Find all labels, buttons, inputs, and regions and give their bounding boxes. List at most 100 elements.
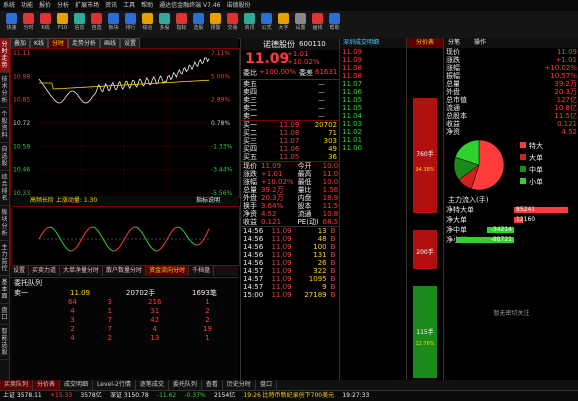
indicator-help-link[interactable]: 指标说明 [196, 196, 220, 206]
macd-segment [54, 229, 56, 232]
settings-button[interactable]: 设置 [293, 13, 308, 35]
composite-button[interactable]: 综合 [140, 13, 155, 35]
bottom-tab-6[interactable]: 查看 [202, 380, 223, 390]
menu-item-7[interactable]: 帮助 [138, 0, 156, 11]
bottom-tab-2[interactable]: 成交明细 [60, 380, 93, 390]
toolbar-label: 交易 [225, 24, 240, 33]
multi-stock-button[interactable]: 多股 [157, 13, 172, 35]
alert-button[interactable]: 预警 [208, 13, 223, 35]
stock-picker-button[interactable]: 选股 [191, 13, 206, 35]
detail-tab[interactable]: 深圳成交明细 [340, 38, 406, 48]
draw-line-button[interactable]: 画线 [310, 13, 325, 35]
level-volume: 36 [301, 153, 339, 161]
f10-button[interactable]: F10 [55, 13, 70, 35]
favorite-button[interactable]: 自选 [89, 13, 104, 35]
queue-cell: 216 [124, 298, 185, 307]
detail-price: 11.08 [340, 72, 406, 80]
left-tab-7[interactable]: 基本面 [0, 276, 9, 304]
macd-segment [133, 227, 135, 228]
bottom-tab-1[interactable]: 分价表 [33, 380, 60, 390]
macd-segment [122, 240, 124, 244]
tick-row: 14:5711.09322B [241, 267, 339, 275]
macd-segment [192, 242, 194, 244]
right-tab-tick[interactable]: 分笔 [448, 38, 460, 48]
level-label: 买四 [241, 145, 267, 153]
macd-segment [160, 247, 162, 249]
bottom-tab-4[interactable]: 逐笔成交 [136, 380, 169, 390]
macd-segment [43, 229, 45, 232]
queue-cell: 4 [124, 325, 185, 334]
depth-tab[interactable]: 分价表 [407, 38, 443, 48]
trade-button[interactable]: 交易 [225, 13, 240, 35]
right-tab-op[interactable]: 操作 [474, 38, 486, 48]
left-tab-5[interactable]: 板块分析 [0, 206, 9, 241]
lower-tab-0[interactable]: 设置 [10, 266, 29, 276]
timeshare-button[interactable]: 分时 [21, 13, 36, 35]
news-button[interactable]: 资讯 [242, 13, 257, 35]
menu-item-3[interactable]: 分析 [54, 0, 72, 11]
menu-item-6[interactable]: 工具 [120, 0, 138, 11]
level-row: 卖四— [241, 88, 339, 96]
left-tab-2[interactable]: 个股资料 [0, 108, 9, 143]
lower-tab-4[interactable]: 资金流向分时 [146, 266, 189, 276]
macd-segment [77, 243, 79, 246]
lower-tab-2[interactable]: 大单净量分时 [60, 266, 103, 276]
level-price: — [294, 112, 327, 120]
order-queue-panel: 委托队列 卖一 11.09 20702手 1693笔 6432161413123… [10, 277, 238, 380]
stock-price: 11.09 [245, 51, 289, 67]
bottom-tab-7[interactable]: 历史分时 [223, 380, 256, 390]
sector-button[interactable]: 板块 [106, 13, 121, 35]
macd-segment [154, 250, 156, 251]
kline-button[interactable]: K线 [38, 13, 53, 35]
bottom-tab-0[interactable]: 买卖队列 [0, 380, 33, 390]
macd-segment [171, 230, 173, 233]
left-tab-6[interactable]: 主力监控 [0, 241, 9, 276]
left-tab-4[interactable]: 综合排名 [0, 171, 9, 206]
queue-cell: 3 [50, 316, 95, 325]
menu-item-1[interactable]: 功能 [18, 0, 36, 11]
bottom-tab-3[interactable]: Level-2行情 [93, 380, 136, 390]
left-tab-8[interactable]: 盘口 [0, 304, 9, 325]
tick-time: 14:56 [241, 259, 269, 267]
queue-cell: 19 [185, 325, 230, 334]
summary-cell: 最高 [296, 170, 321, 178]
menu-item-2[interactable]: 报价 [36, 0, 54, 11]
lower-tab-5[interactable]: 千档盘 [189, 266, 214, 276]
depth-bars: 760手94.38%200手115手12.76% [407, 48, 443, 378]
left-tab-1[interactable]: 技术分析 [0, 73, 9, 108]
bottom-tab-8[interactable]: 盘口 [256, 380, 277, 390]
indicator-button[interactable]: 指标 [174, 13, 189, 35]
lower-tab-3[interactable]: 散户数量分时 [103, 266, 146, 276]
ranking-icon [125, 13, 136, 24]
left-tab-9[interactable]: 智能选股 [0, 325, 9, 360]
menu-item-4[interactable]: 扩展市场 [72, 0, 102, 11]
indicator-icon [176, 13, 187, 24]
level-row: 卖二— [241, 104, 339, 112]
info-key: 收益 [444, 120, 499, 128]
big-font-button[interactable]: 大字 [276, 13, 291, 35]
menu-item-8[interactable]: 通达信金融终端 V7.46 [156, 0, 223, 11]
info-button[interactable]: 信息 [72, 13, 87, 35]
depth-bar-label: 760手 [413, 149, 437, 158]
macd-segment [130, 228, 132, 230]
lower-tab-1[interactable]: 买卖力道 [29, 266, 60, 276]
level-price: 11.05 [267, 153, 301, 161]
info-value: 11.5亿 [499, 112, 578, 120]
info-key: 总量 [444, 80, 499, 88]
left-tab-3[interactable]: 自选股 [0, 143, 9, 171]
queue-count: 1693笔 [192, 288, 217, 298]
detail-price: 11.09 [340, 56, 406, 64]
help-button[interactable]: 帮助 [327, 13, 342, 35]
left-tab-0[interactable]: 分时走势 [0, 38, 9, 73]
menu-item-0[interactable]: 系统 [0, 0, 18, 11]
ranking-button[interactable]: 排行 [123, 13, 138, 35]
menu-item-5[interactable]: 资讯 [102, 0, 120, 11]
summary-cell: 净资 [241, 210, 259, 218]
flash-button[interactable]: 快速 [4, 13, 19, 35]
formula-button[interactable]: 公式 [259, 13, 274, 35]
bottom-tab-5[interactable]: 委托队列 [169, 380, 202, 390]
macd-segment [169, 233, 171, 237]
depth-panel: 分价表 760手94.38%200手115手12.76% [406, 38, 443, 380]
macd-segment [198, 244, 200, 245]
menu-item-9[interactable]: 诺德股份 [224, 0, 254, 11]
